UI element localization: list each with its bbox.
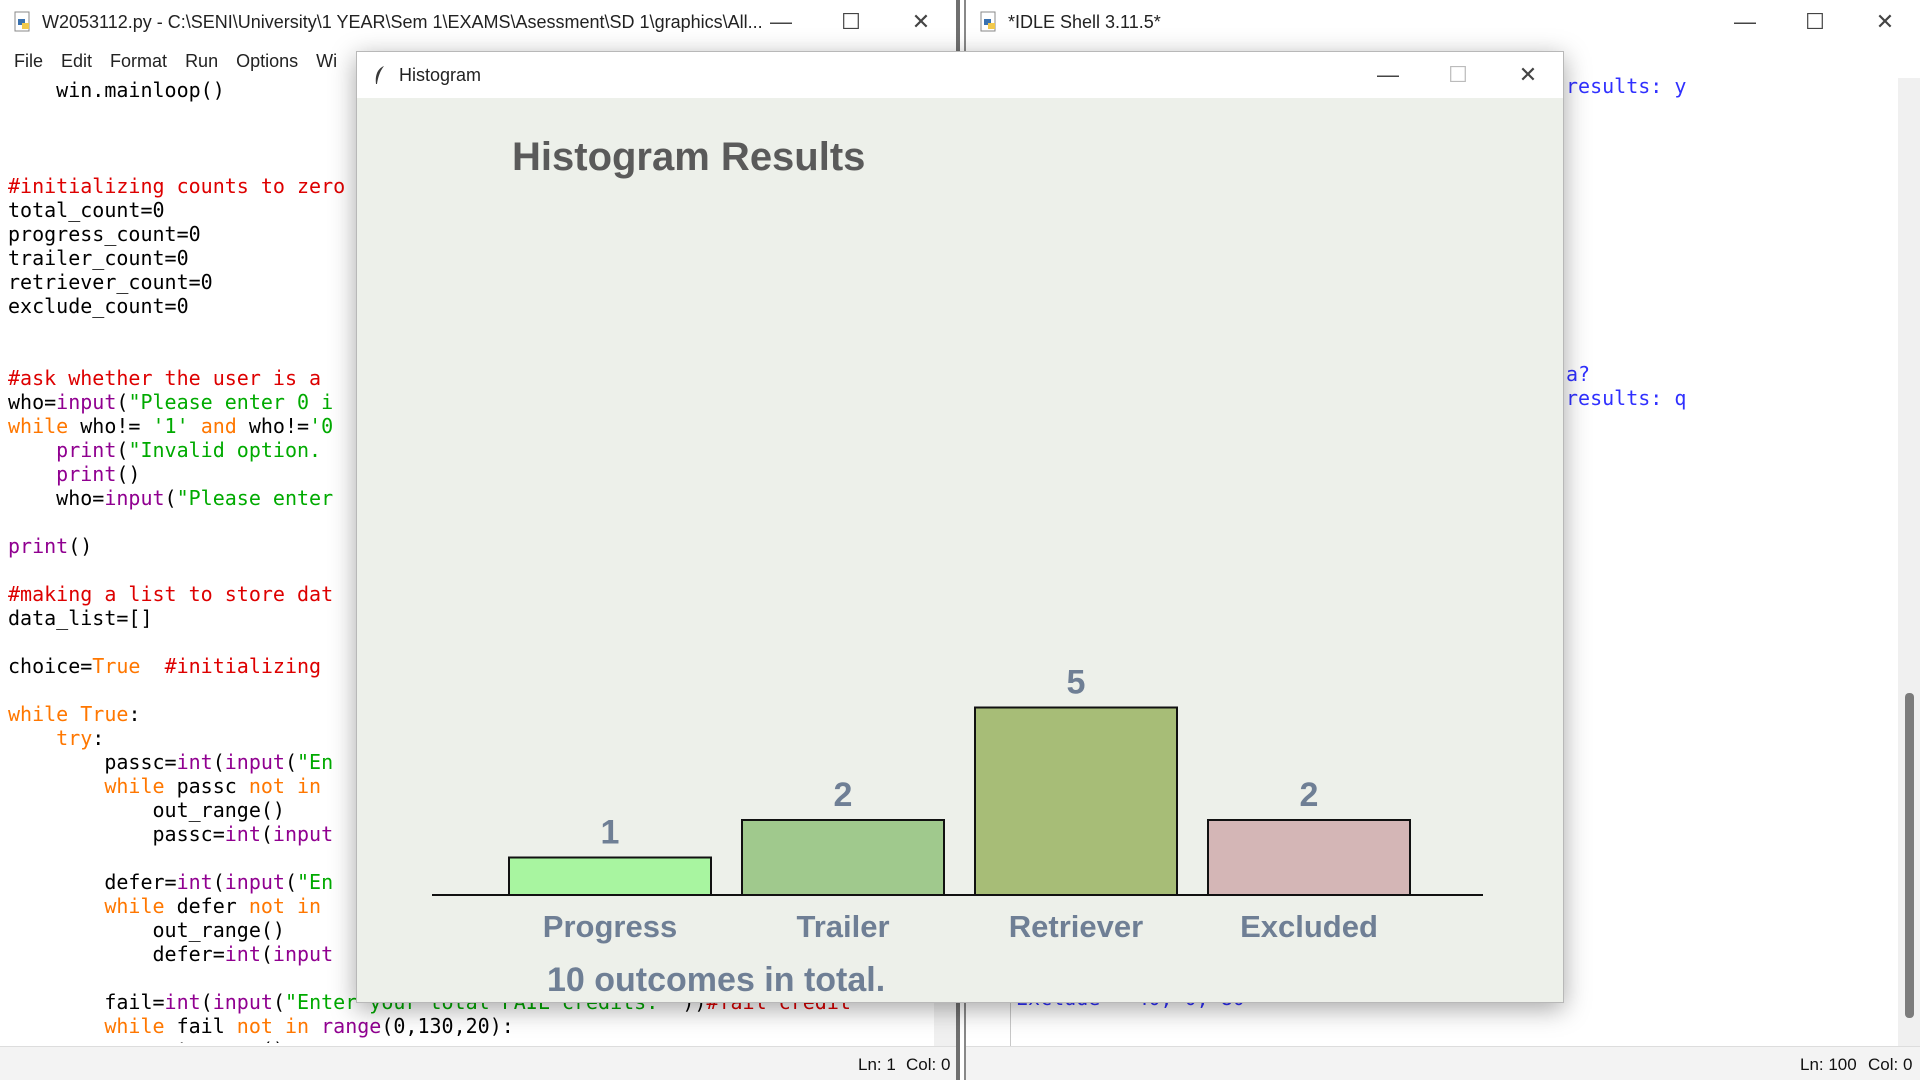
editor-title: W2053112.py - C:\SENI\University\1 YEAR\… [42,11,762,32]
close-button[interactable]: ✕ [886,0,956,44]
total-outcomes-text: 10 outcomes in total. [547,961,885,999]
shell-statusbar: Ln: 100 Col: 0 [966,1046,1920,1080]
editor-titlebar[interactable]: W2053112.py - C:\SENI\University\1 YEAR\… [0,0,956,44]
bar-progress [508,856,712,896]
editor-statusbar: Ln: 1 Col: 0 [0,1046,956,1080]
bar-value-label: 5 [1067,664,1086,702]
bar-value-label: 2 [834,776,853,814]
category-label: Retriever [1009,909,1143,944]
chart-title: Histogram Results [512,135,865,179]
python-file-icon [12,11,34,33]
histogram-canvas: Histogram Results 1 Progress 2 Trailer 5 Retr… [432,135,1483,999]
line-number: Ln: 1 [858,1055,896,1074]
close-button[interactable]: ✕ [1850,0,1920,44]
minimize-button[interactable]: — [1710,0,1780,44]
category-label: Progress [543,909,677,944]
menu-run[interactable]: Run [185,51,218,72]
line-number: Ln: 100 [1800,1055,1857,1074]
shell-line: results: y [1566,74,1687,98]
feather-icon [369,64,391,86]
category-label: Excluded [1240,909,1378,944]
column-number: Col: 0 [906,1055,951,1074]
bar-trailer [741,819,945,896]
shell-window-controls: — ☐ ✕ [1710,0,1920,44]
maximize-button[interactable]: ☐ [816,0,886,44]
scrollbar-thumb[interactable] [1905,693,1914,1018]
menu-format[interactable]: Format [110,51,167,72]
bar-retriever [974,706,1178,896]
menu-window[interactable]: Wi [316,51,337,72]
column-number: Col: 0 [1868,1055,1913,1074]
category-label: Trailer [796,909,889,944]
histogram-window-controls: — ☐ ✕ [1353,52,1563,96]
maximize-button: ☐ [1448,62,1468,87]
chart-bars: 1 Progress 2 Trailer 5 Retriever 2 Excluded [508,664,1411,944]
histogram-title: Histogram [399,64,482,85]
editor-window-controls: — ☐ ✕ [746,0,956,44]
bar-value-label: 2 [1300,776,1319,814]
histogram-window: Histogram — ☐ ✕ Histogram Results 1 Progr… [356,51,1564,1003]
menu-options[interactable]: Options [236,51,298,72]
bar-value-label: 1 [601,814,620,852]
minimize-button[interactable]: — [1353,52,1423,98]
menu-file[interactable]: File [14,51,43,72]
shell-titlebar[interactable]: *IDLE Shell 3.11.5* — ☐ ✕ [966,0,1920,44]
minimize-button[interactable]: — [746,0,816,44]
shell-line: a? [1566,362,1591,386]
close-button[interactable]: ✕ [1493,52,1563,98]
shell-title: *IDLE Shell 3.11.5* [1008,11,1161,32]
python-shell-icon [978,11,1000,33]
shell-line: results: q [1566,386,1687,410]
histogram-titlebar[interactable]: Histogram — ☐ ✕ [357,52,1563,98]
maximize-button[interactable]: ☐ [1780,0,1850,44]
shell-scrollbar[interactable] [1898,78,1920,1046]
bar-excluded [1207,819,1411,896]
menu-edit[interactable]: Edit [61,51,92,72]
